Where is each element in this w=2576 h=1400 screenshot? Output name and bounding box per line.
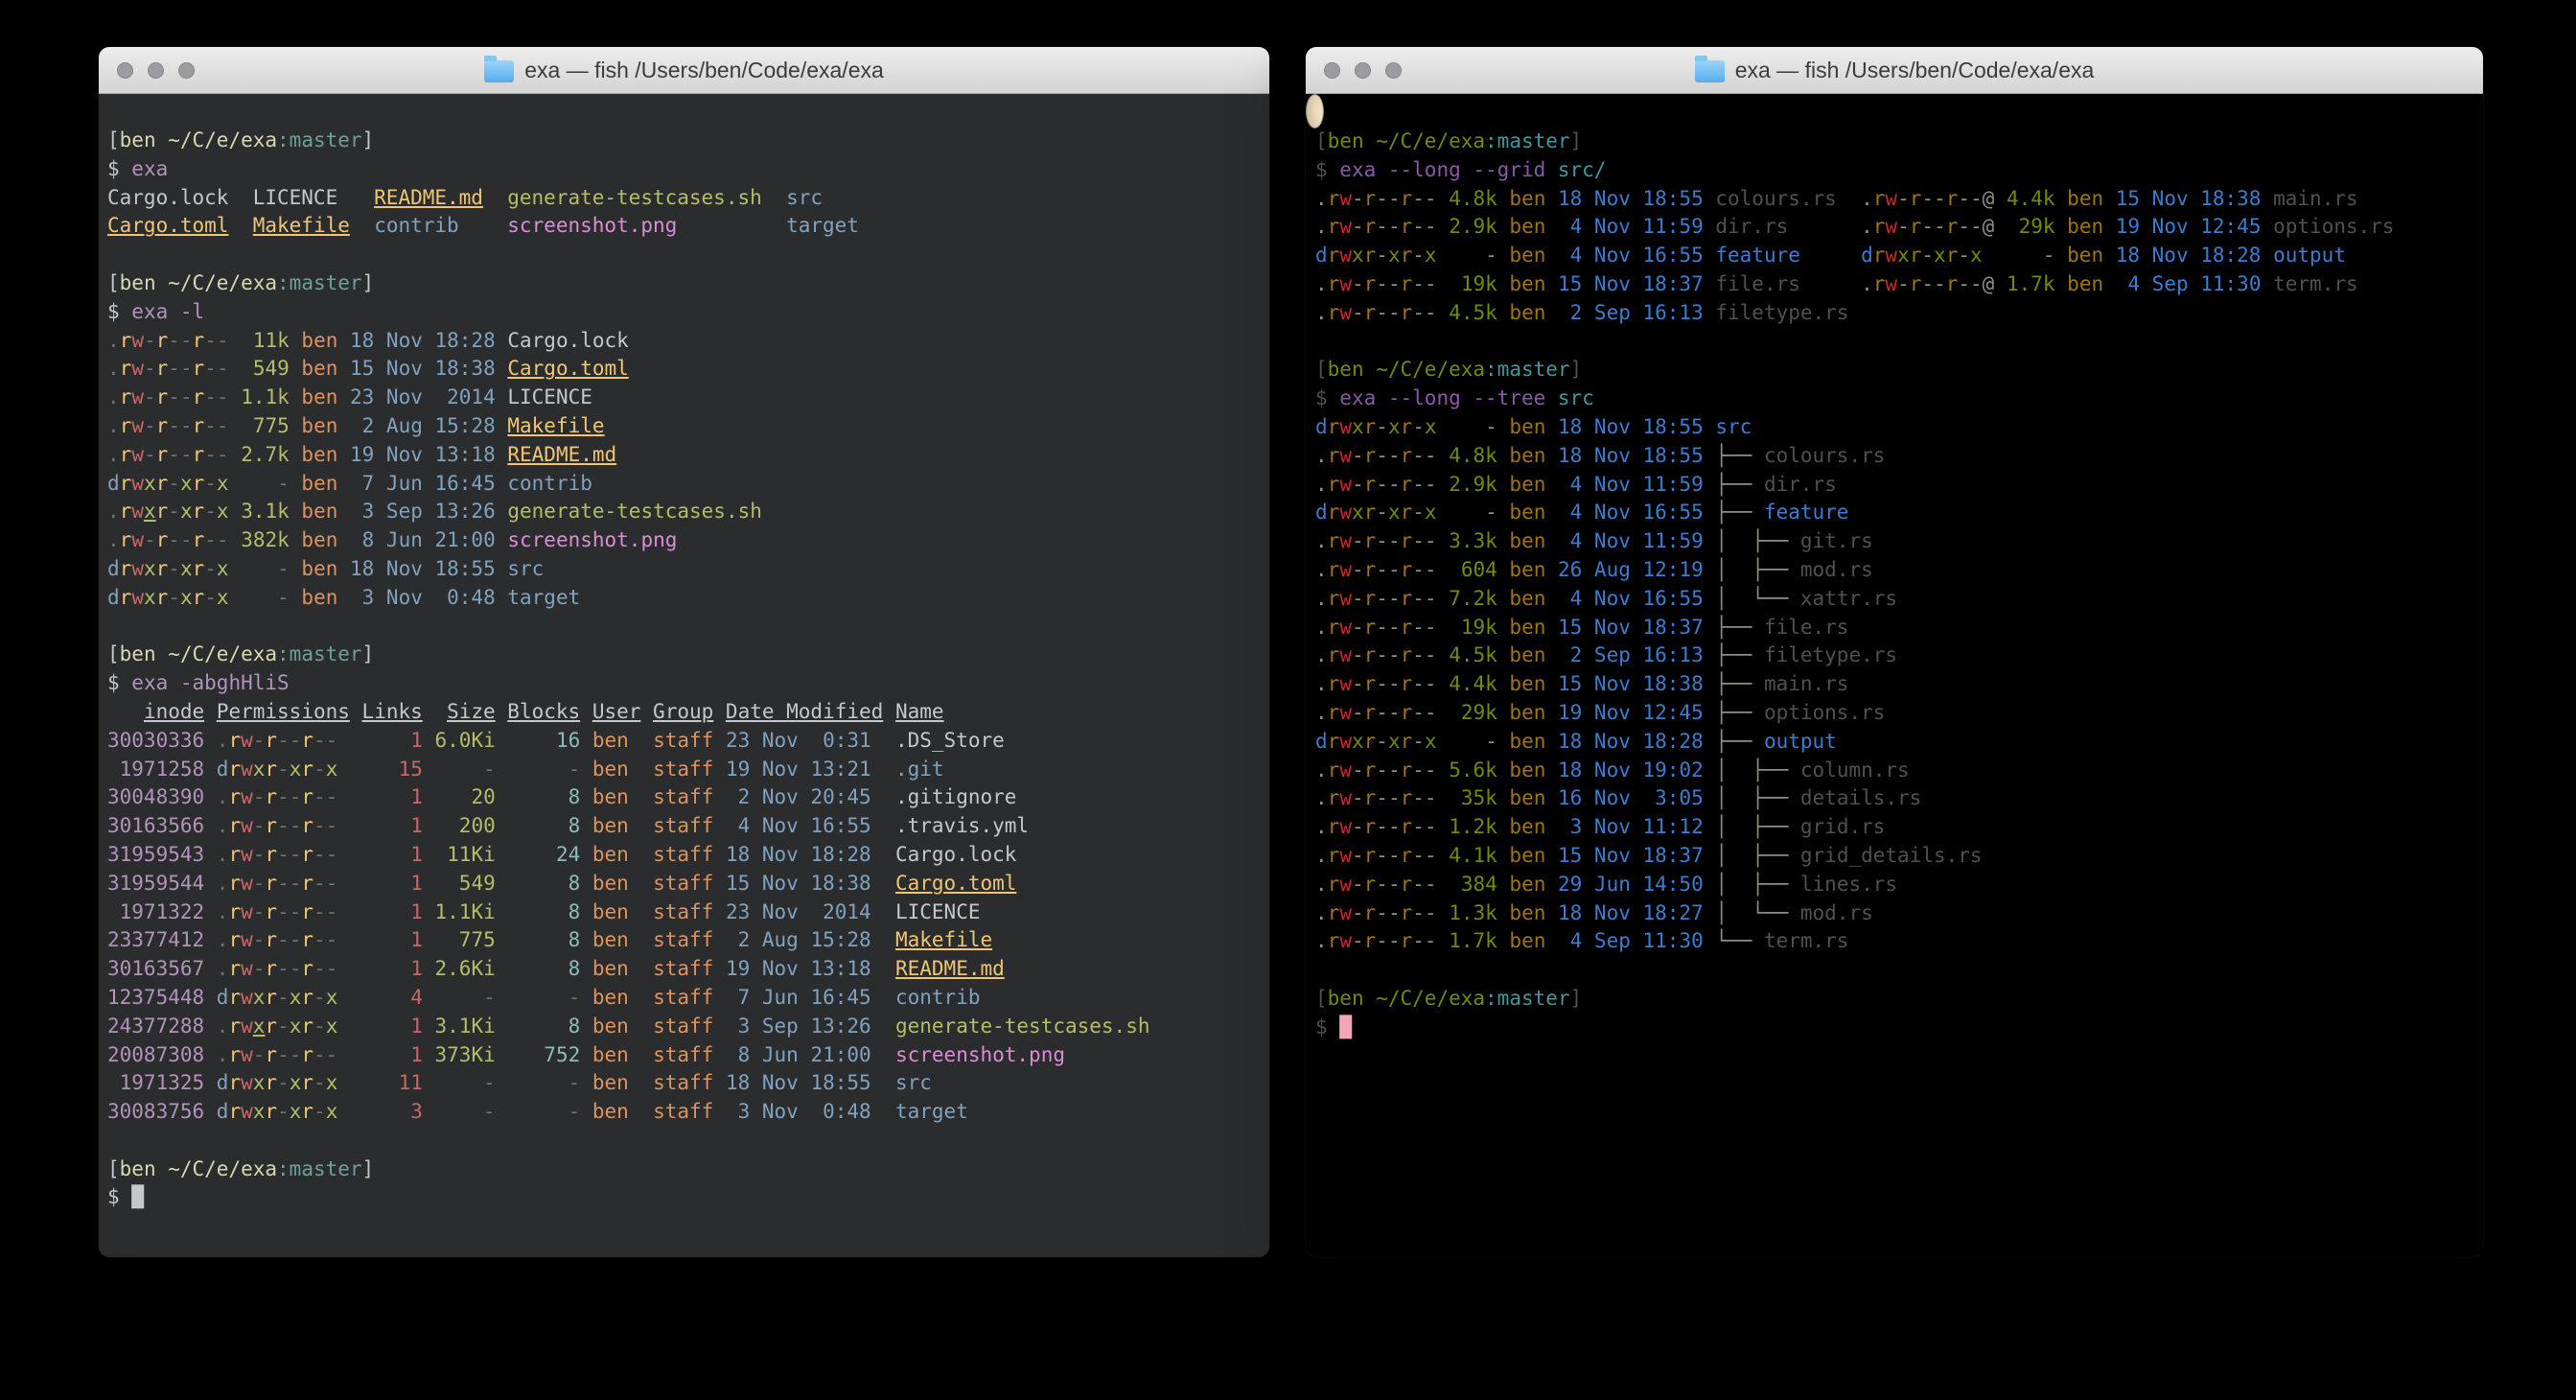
terminal-line: 30048390 .rw-r--r-- 1 20 8 ben staff 2 N…	[107, 783, 1262, 812]
terminal-line: 30163566 .rw-r--r-- 1 200 8 ben staff 4 …	[107, 812, 1262, 841]
terminal-line: $ █	[107, 1183, 1262, 1212]
terminal-line: drwxr-xr-x - ben 3 Nov 0:48 target	[107, 584, 1262, 613]
close-button[interactable]	[117, 62, 133, 79]
window-title-group: exa — fish /Users/ben/Code/exa/exa	[1695, 58, 2095, 83]
terminal-line: 30030336 .rw-r--r-- 1 6.0Ki 16 ben staff…	[107, 727, 1262, 756]
terminal-line: .rw-r--r-- 2.7k ben 19 Nov 13:18 README.…	[107, 441, 1262, 470]
terminal-line: [ben ~/C/e/exa:master]	[107, 269, 1262, 298]
terminal-line: 30083756 drwxr-xr-x 3 - - ben staff 3 No…	[107, 1098, 1262, 1127]
terminal-line: .rw-r--r-- 11k ben 18 Nov 18:28 Cargo.lo…	[107, 327, 1262, 356]
window-title: exa — fish /Users/ben/Code/exa/exa	[524, 58, 884, 83]
minimize-button[interactable]	[1355, 62, 1371, 79]
titlebar[interactable]: exa — fish /Users/ben/Code/exa/exa	[99, 47, 1269, 94]
terminal-window-light: exa — fish /Users/ben/Code/exa/exa [ben …	[1306, 47, 2483, 1257]
terminal-line: inode Permissions Links Size Blocks User…	[107, 698, 1262, 727]
terminal-line: $ exa	[107, 155, 1262, 184]
terminal-line: drwxr-xr-x - ben 18 Nov 18:55 src	[107, 555, 1262, 584]
terminal-line: $ exa -abghHliS	[107, 669, 1262, 698]
traffic-lights	[117, 47, 195, 93]
zoom-button[interactable]	[178, 62, 195, 79]
terminal-line	[107, 613, 1262, 642]
close-button[interactable]	[1324, 62, 1340, 79]
folder-icon	[484, 60, 514, 82]
terminal-line: Cargo.lock LICENCE README.md generate-te…	[107, 184, 1262, 213]
terminal-line	[107, 241, 1262, 269]
terminal-line: 1971322 .rw-r--r-- 1 1.1Ki 8 ben staff 2…	[107, 898, 1262, 927]
terminal-window-dark: exa — fish /Users/ben/Code/exa/exa [ben …	[99, 47, 1269, 1257]
terminal-line: [ben ~/C/e/exa:master]	[107, 1155, 1262, 1184]
terminal-line: $ exa -l	[107, 298, 1262, 327]
terminal-line: 12375448 drwxr-xr-x 4 - - ben staff 7 Ju…	[107, 984, 1262, 1013]
terminal-line: [ben ~/C/e/exa:master]	[107, 127, 1262, 155]
terminal-line: 24377288 .rwxr-xr-x 1 3.1Ki 8 ben staff …	[107, 1013, 1262, 1041]
terminal-line: .rwxr-xr-x 3.1k ben 3 Sep 13:26 generate…	[107, 498, 1262, 526]
terminal-line: 31959544 .rw-r--r-- 1 549 8 ben staff 15…	[107, 870, 1262, 898]
window-title-group: exa — fish /Users/ben/Code/exa/exa	[484, 58, 884, 83]
folder-icon	[1695, 60, 1725, 82]
terminal-line: 31959543 .rw-r--r-- 1 11Ki 24 ben staff …	[107, 841, 1262, 870]
window-title: exa — fish /Users/ben/Code/exa/exa	[1735, 58, 2095, 83]
terminal-line: .rw-r--r-- 775 ben 2 Aug 15:28 Makefile	[107, 412, 1262, 441]
terminal-line: [ben ~/C/e/exa:master]	[107, 641, 1262, 669]
terminal-line: 1971325 drwxr-xr-x 11 - - ben staff 18 N…	[107, 1069, 1262, 1098]
titlebar[interactable]: exa — fish /Users/ben/Code/exa/exa	[1306, 47, 2483, 94]
terminal-line: 20087308 .rw-r--r-- 1 373Ki 752 ben staf…	[107, 1041, 1262, 1070]
terminal-content[interactable]: [ben ~/C/e/exa:master]$ exaCargo.lock LI…	[99, 94, 1269, 1257]
terminal-line	[107, 1127, 1262, 1155]
terminal-line: .rw-r--r-- 382k ben 8 Jun 21:00 screensh…	[107, 526, 1262, 555]
minimize-button[interactable]	[148, 62, 164, 79]
traffic-lights	[1324, 47, 1402, 93]
zoom-button[interactable]	[1385, 62, 1402, 79]
terminal-content[interactable]: [ben ~/C/e/exa:master]$ exa --long --gri…	[1306, 94, 1324, 128]
terminal-line: .rw-r--r-- 1.1k ben 23 Nov 2014 LICENCE	[107, 384, 1262, 412]
terminal-line: .rw-r--r-- 549 ben 15 Nov 18:38 Cargo.to…	[107, 355, 1262, 384]
terminal-line: drwxr-xr-x - ben 7 Jun 16:45 contrib	[107, 470, 1262, 499]
desktop: { "palettes": { "dark": { "bg": "#2a2c2e…	[0, 0, 2576, 1400]
terminal-line: 30163567 .rw-r--r-- 1 2.6Ki 8 ben staff …	[107, 955, 1262, 984]
terminal-line: 1971258 drwxr-xr-x 15 - - ben staff 19 N…	[107, 756, 1262, 784]
terminal-line: Cargo.toml Makefile contrib screenshot.p…	[107, 212, 1262, 241]
terminal-line: 23377412 .rw-r--r-- 1 775 8 ben staff 2 …	[107, 926, 1262, 955]
